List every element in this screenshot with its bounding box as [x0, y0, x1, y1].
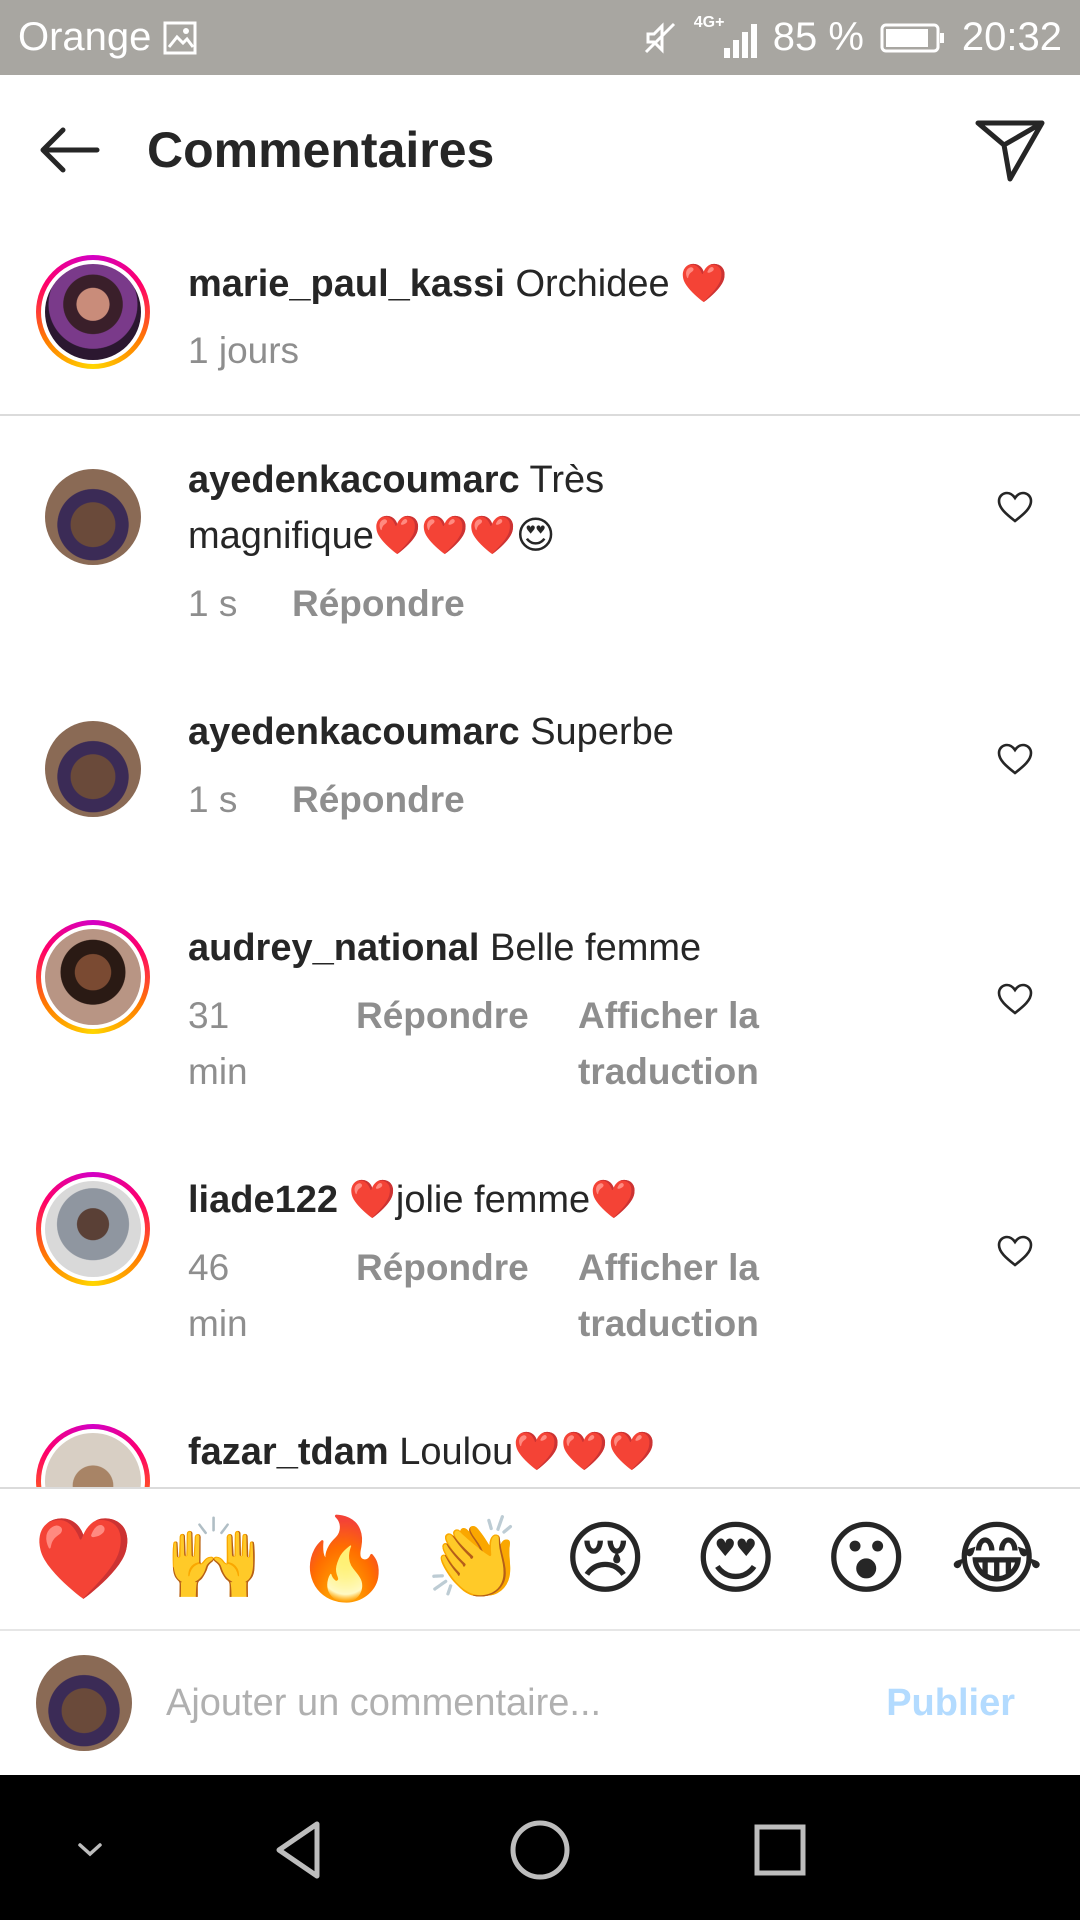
network-type-label: 4G+: [693, 13, 725, 31]
comment-username[interactable]: fazar_tdam: [188, 1431, 389, 1473]
clock: 20:32: [961, 15, 1062, 59]
comment-text: ayedenkacoumarc Très magnifique❤️❤️❤️😍: [188, 452, 748, 564]
comment-body: Loulou❤️❤️❤️: [399, 1431, 656, 1473]
app-header: Commentaires: [0, 75, 1080, 220]
caption-time: 1 jours: [188, 330, 300, 371]
translate-button[interactable]: Afficher la traduction: [578, 1240, 788, 1352]
emoji-fire-button[interactable]: 🔥: [289, 1514, 399, 1604]
comment-username[interactable]: audrey_national: [188, 927, 479, 969]
reply-button[interactable]: Répondre: [356, 1240, 529, 1352]
comment-time: 46 min: [188, 1247, 248, 1344]
like-button[interactable]: [990, 1478, 1040, 1487]
comment-text: audrey_national Belle femme: [188, 920, 818, 976]
comment-text: ayedenkacoumarc Superbe: [188, 704, 818, 760]
comment-avatar[interactable]: [36, 1424, 150, 1487]
emoji-heart-button[interactable]: ❤️: [28, 1514, 138, 1604]
reply-button[interactable]: Répondre: [356, 988, 529, 1100]
post-caption: marie_paul_kassi Orchidee ❤️ 1 jours: [0, 220, 1080, 416]
mute-icon: [642, 20, 678, 56]
emoji-quick-bar: ❤️ 🙌 🔥 👏 😢 😍 😮 😂: [0, 1487, 1080, 1631]
heart-outline-icon: [997, 491, 1033, 523]
emoji-heart-eyes-button[interactable]: 😍: [681, 1514, 791, 1604]
caption-meta: 1 jours: [188, 323, 299, 379]
like-button[interactable]: [990, 734, 1040, 784]
carrier-label: Orange: [18, 15, 152, 59]
comment-text: fazar_tdam Loulou❤️❤️❤️: [188, 1424, 818, 1480]
paper-plane-icon: [975, 120, 1045, 182]
comment-avatar[interactable]: [36, 460, 150, 574]
comment-text: liade122 ❤️jolie femme❤️: [188, 1172, 818, 1228]
status-bar: Orange 4G+ 85 % 20:32: [0, 0, 1080, 75]
heart-outline-icon: [997, 743, 1033, 775]
like-button[interactable]: [990, 974, 1040, 1024]
comment-username[interactable]: ayedenkacoumarc: [188, 459, 520, 501]
comment-time: 1 s: [188, 583, 238, 624]
comment-row-partial: fazar_tdam Loulou❤️❤️❤️: [0, 1420, 1080, 1487]
battery-percent: 85 %: [772, 15, 864, 59]
comment-avatar[interactable]: [36, 712, 150, 826]
comment-meta: 1 s Répondre: [188, 576, 512, 632]
system-nav-bar: [0, 1775, 1080, 1920]
heart-outline-icon: [997, 983, 1033, 1015]
own-avatar: [36, 1655, 132, 1751]
comment-composer: Publier: [0, 1631, 1080, 1775]
emoji-surprised-button[interactable]: 😮: [811, 1514, 921, 1604]
triangle-back-icon: [276, 1821, 320, 1879]
like-button[interactable]: [990, 1226, 1040, 1276]
caption-body: Orchidee ❤️: [515, 263, 728, 305]
back-button[interactable]: [30, 115, 110, 185]
emoji-crying-button[interactable]: 😢: [550, 1514, 660, 1604]
comment-time: 1 s: [188, 779, 238, 820]
image-notification-icon: [163, 21, 197, 55]
caption-text: marie_paul_kassi Orchidee ❤️: [188, 256, 818, 312]
reply-button[interactable]: Répondre: [292, 772, 512, 828]
battery-icon: [880, 22, 946, 54]
like-button[interactable]: [990, 482, 1040, 532]
collapse-button[interactable]: [45, 1805, 135, 1895]
comment-body: Belle femme: [489, 927, 702, 969]
comment-avatar[interactable]: [36, 1172, 150, 1286]
caption-avatar[interactable]: [36, 255, 150, 369]
comment-username[interactable]: liade122: [188, 1179, 338, 1221]
chevron-down-icon: [78, 1843, 102, 1857]
circle-home-icon: [510, 1820, 570, 1880]
comment-meta: 31 min Répondre Afficher la traduction: [188, 988, 788, 1100]
caption-username[interactable]: marie_paul_kassi: [188, 263, 505, 305]
emoji-laughing-button[interactable]: 😂: [942, 1514, 1052, 1604]
comment-body: Superbe: [530, 711, 674, 753]
arrow-left-icon: [40, 127, 100, 173]
emoji-clap-button[interactable]: 👏: [420, 1514, 530, 1604]
comment-input[interactable]: [166, 1671, 846, 1735]
comment-meta: 46 min Répondre Afficher la traduction: [188, 1240, 788, 1352]
heart-outline-icon: [997, 1235, 1033, 1267]
nav-back-button[interactable]: [254, 1805, 344, 1895]
page-title: Commentaires: [147, 122, 495, 178]
reply-button[interactable]: Répondre: [292, 576, 512, 632]
comment-username[interactable]: ayedenkacoumarc: [188, 711, 520, 753]
publish-button[interactable]: Publier: [886, 1675, 1015, 1731]
nav-home-button[interactable]: [495, 1805, 585, 1895]
signal-icon: 4G+: [694, 14, 757, 58]
comment-body: ❤️jolie femme❤️: [348, 1179, 638, 1221]
emoji-raised-hands-button[interactable]: 🙌: [159, 1514, 269, 1604]
share-button[interactable]: [970, 113, 1050, 187]
nav-recents-button[interactable]: [735, 1805, 825, 1895]
comment-time: 31 min: [188, 995, 248, 1092]
comment-avatar[interactable]: [36, 920, 150, 1034]
square-recents-icon: [754, 1824, 806, 1876]
translate-button[interactable]: Afficher la traduction: [578, 988, 788, 1100]
comment-meta: 1 s Répondre: [188, 772, 512, 828]
